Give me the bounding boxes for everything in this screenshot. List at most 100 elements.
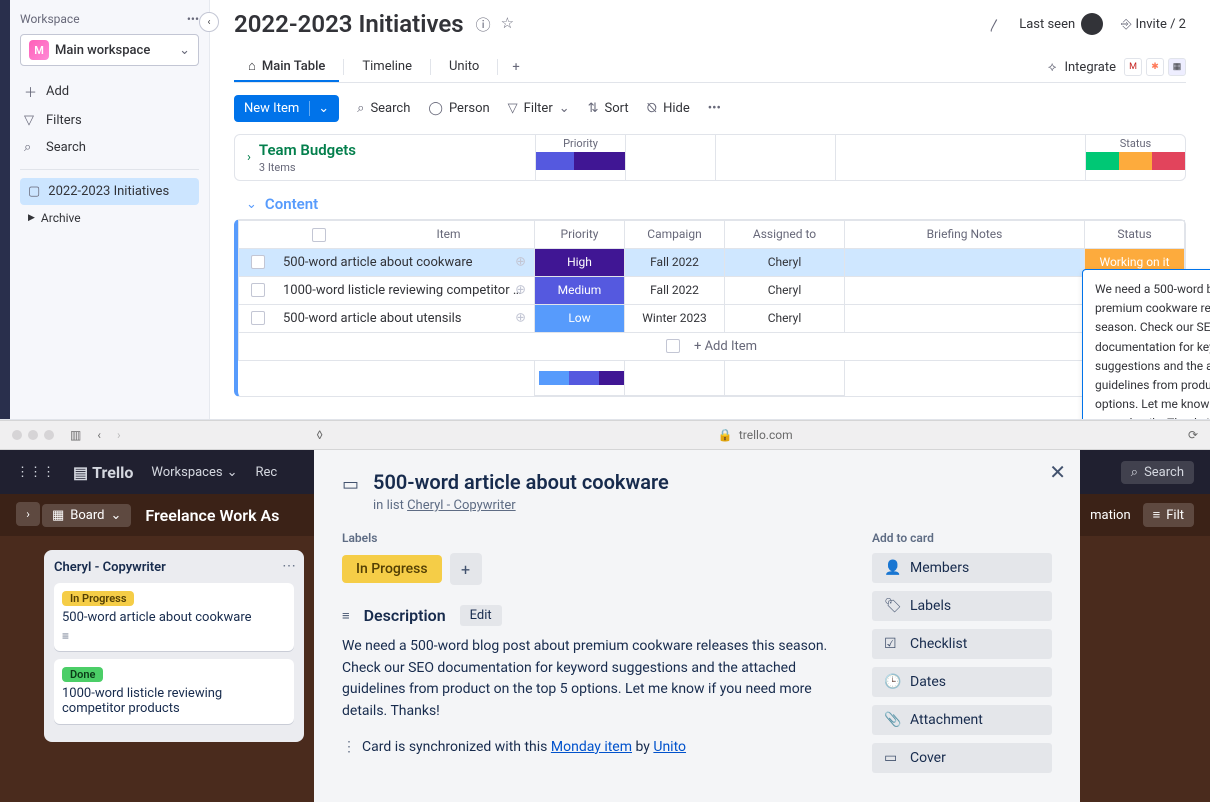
apps-icon[interactable]: ⋮⋮⋮ — [16, 465, 55, 480]
tab-unito[interactable]: Unito — [435, 53, 493, 82]
list-title[interactable]: Cheryl - Copywriter — [54, 560, 294, 575]
assigned-cell[interactable]: Cheryl — [725, 276, 845, 304]
list-menu-icon[interactable]: ⋯ — [282, 558, 296, 574]
sidebar-archive[interactable]: ▶ Archive — [20, 205, 199, 231]
side-button-checklist[interactable]: ☑Checklist — [872, 629, 1052, 659]
notes-cell[interactable] — [845, 304, 1085, 332]
nav-workspaces[interactable]: Workspaces⌄ — [151, 465, 237, 480]
trello-card[interactable]: In Progress500-word article about cookwa… — [54, 583, 294, 651]
sidebar-add[interactable]: ＋ Add — [20, 76, 199, 107]
chevron-down-icon[interactable]: ⌄ — [246, 197, 257, 212]
side-button-labels[interactable]: 🏷Labels — [872, 591, 1052, 621]
back-icon[interactable]: ‹ — [97, 428, 101, 442]
priority-cell[interactable]: High — [535, 248, 625, 276]
toolbar-filter[interactable]: ▽Filter⌄ — [508, 101, 570, 116]
campaign-cell[interactable]: Fall 2022 — [625, 276, 725, 304]
sidebar-search[interactable]: ⌕ Search — [20, 134, 199, 161]
side-button-cover[interactable]: ▭Cover — [872, 743, 1052, 773]
card-label[interactable]: Done — [62, 667, 103, 682]
chevron-down-icon[interactable]: ⌄ — [309, 101, 329, 116]
close-icon[interactable]: ✕ — [1049, 460, 1066, 484]
toolbar-hide[interactable]: ⦰Hide — [647, 101, 690, 116]
group-title[interactable]: Team Budgets — [259, 141, 356, 159]
new-item-button[interactable]: New Item ⌄ — [234, 95, 339, 122]
automation-label[interactable]: mation — [1090, 508, 1130, 523]
chat-icon[interactable]: ⊕ — [515, 255, 526, 270]
avatar[interactable] — [1081, 13, 1103, 35]
row-checkbox[interactable] — [251, 311, 265, 325]
column-header-assigned[interactable]: Assigned to — [725, 221, 845, 249]
reload-icon[interactable]: ⟳ — [1188, 428, 1198, 442]
shield-icon[interactable]: ◊ — [317, 428, 323, 442]
card-label[interactable]: In Progress — [62, 591, 134, 606]
trello-board-title[interactable]: Freelance Work As — [145, 506, 279, 525]
sidebar-filters[interactable]: ▽ Filters — [20, 107, 199, 134]
add-label-button[interactable]: + — [450, 553, 482, 585]
filter-button[interactable]: ≡Filt — [1143, 503, 1194, 527]
briefing-notes-popover[interactable]: We need a 500-word blog post about premi… — [1082, 269, 1210, 419]
trello-card[interactable]: Done1000-word listicle reviewing competi… — [54, 659, 294, 724]
last-seen-label[interactable]: Last seen — [1019, 17, 1075, 32]
star-icon[interactable]: ☆ — [501, 14, 514, 35]
notes-cell[interactable] — [845, 276, 1085, 304]
unito-link[interactable]: Unito — [653, 739, 686, 755]
side-button-dates[interactable]: 🕒Dates — [872, 667, 1052, 697]
column-header-notes[interactable]: Briefing Notes — [845, 221, 1085, 249]
assigned-cell[interactable]: Cheryl — [725, 304, 845, 332]
board-link-initiatives[interactable]: ▢ 2022-2023 Initiatives — [20, 178, 199, 205]
chat-icon[interactable]: ⊕ — [515, 283, 526, 298]
integrate-label[interactable]: Integrate — [1064, 60, 1116, 75]
assigned-cell[interactable]: Cheryl — [725, 248, 845, 276]
trello-logo[interactable]: ▤ Trello — [73, 463, 133, 482]
campaign-cell[interactable]: Fall 2022 — [625, 248, 725, 276]
priority-cell[interactable]: Medium — [535, 276, 625, 304]
campaign-cell[interactable]: Winter 2023 — [625, 304, 725, 332]
column-header-item[interactable]: Item — [239, 221, 535, 249]
forward-icon[interactable]: › — [117, 428, 121, 442]
table-row[interactable]: 1000-word listicle reviewing competitor … — [239, 276, 1185, 304]
tab-timeline[interactable]: Timeline — [348, 53, 426, 82]
checkbox[interactable] — [666, 339, 680, 353]
info-icon[interactable]: ⓘ — [476, 14, 491, 35]
table-row[interactable]: 500-word article about cookware⊕HighFall… — [239, 248, 1185, 276]
nav-recent[interactable]: Rec — [256, 465, 278, 480]
gmail-icon[interactable]: M — [1124, 58, 1142, 76]
row-checkbox[interactable] — [251, 255, 265, 269]
row-checkbox[interactable] — [251, 283, 265, 297]
table-row[interactable]: 500-word article about utensils⊕LowWinte… — [239, 304, 1185, 332]
add-item-row[interactable]: + Add Item — [239, 332, 1185, 360]
chevron-right-icon[interactable]: › — [247, 150, 251, 165]
group-title[interactable]: Content — [265, 195, 318, 213]
toolbar-sort[interactable]: ⇅Sort — [588, 101, 629, 116]
more-integration-icon[interactable]: ▦ — [1168, 58, 1186, 76]
priority-cell[interactable]: Low — [535, 304, 625, 332]
monday-item-link[interactable]: Monday item — [551, 739, 632, 755]
expand-sidebar-button[interactable]: › — [16, 502, 40, 526]
column-header-campaign[interactable]: Campaign — [625, 221, 725, 249]
trello-search[interactable]: ⌕ Search — [1121, 461, 1194, 484]
hubspot-icon[interactable]: ✱ — [1146, 58, 1164, 76]
sidebar-more-icon[interactable]: ••• — [187, 12, 199, 26]
sidebar-toggle-icon[interactable]: ▥ — [70, 428, 81, 442]
chat-icon[interactable]: ⊕ — [515, 311, 526, 326]
tab-main-table[interactable]: ⌂ Main Table — [234, 52, 339, 82]
board-view-button[interactable]: ▦ Board ⌄ — [42, 504, 131, 527]
workspace-selector[interactable]: M Main workspace ⌄ — [20, 34, 199, 66]
traffic-lights[interactable] — [12, 430, 54, 440]
add-view-button[interactable]: + — [502, 54, 529, 81]
toolbar-search[interactable]: ⌕Search — [357, 101, 410, 116]
toolbar-more[interactable]: ••• — [708, 101, 721, 116]
side-button-attachment[interactable]: 📎Attachment — [872, 705, 1052, 735]
activity-icon[interactable]: 〳 — [988, 15, 1001, 34]
invite-button[interactable]: ⎆ Invite / 2 — [1121, 17, 1186, 32]
select-all-checkbox[interactable] — [312, 228, 326, 242]
column-header-status[interactable]: Status — [1085, 221, 1185, 249]
card-title[interactable]: 500-word article about cookware — [373, 470, 669, 494]
column-header-priority[interactable]: Priority — [535, 221, 625, 249]
list-link[interactable]: Cheryl - Copywriter — [407, 498, 516, 513]
toolbar-person[interactable]: ◯Person — [428, 101, 489, 116]
label-chip-in-progress[interactable]: In Progress — [342, 555, 442, 583]
side-button-members[interactable]: 👤Members — [872, 553, 1052, 583]
notes-cell[interactable] — [845, 248, 1085, 276]
edit-description-button[interactable]: Edit — [460, 605, 502, 626]
